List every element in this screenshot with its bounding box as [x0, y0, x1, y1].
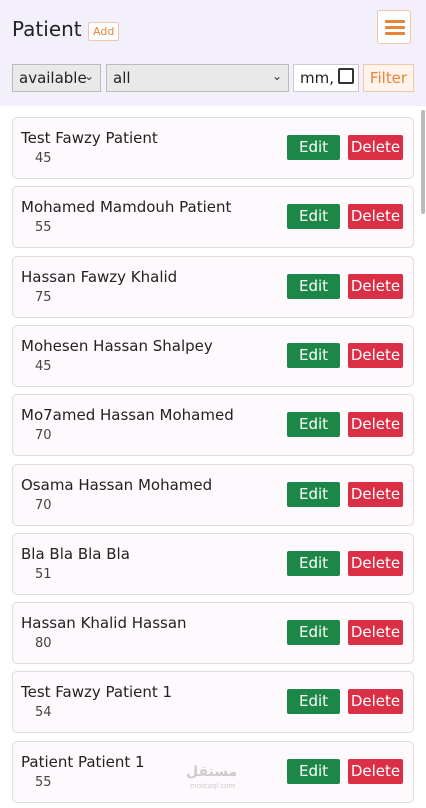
patient-name: Osama Hassan Mohamed: [21, 475, 213, 494]
patient-card: Bla Bla Bla Bla 51 Edit Delete: [12, 532, 414, 595]
patient-card: Hassan Khalid Hassan 80 Edit Delete: [12, 602, 414, 665]
patient-age: 51: [35, 566, 52, 582]
patient-name: Patient Patient 1: [21, 752, 145, 771]
status-select[interactable]: available ⌄: [12, 64, 101, 92]
patient-card: Mohamed Mamdouh Patient 55 Edit Delete: [12, 186, 414, 249]
edit-button[interactable]: Edit: [287, 135, 340, 160]
edit-button[interactable]: Edit: [287, 620, 340, 646]
calendar-icon[interactable]: [338, 68, 354, 84]
patient-card: Mohesen Hassan Shalpey 45 Edit Delete: [12, 324, 414, 387]
patient-name: Mo7amed Hassan Mohamed: [21, 406, 234, 425]
patient-age: 54: [35, 705, 52, 721]
patient-card: Test Fawzy Patient 45 Edit Delete: [12, 117, 414, 179]
patient-card: Test Fawzy Patient 1 54 Edit Delete: [12, 671, 414, 734]
delete-button[interactable]: Delete: [348, 412, 403, 438]
patient-age: 70: [35, 497, 52, 513]
edit-button[interactable]: Edit: [287, 273, 340, 299]
delete-button[interactable]: Delete: [348, 689, 403, 715]
hamburger-icon: [385, 32, 405, 35]
patient-name: Test Fawzy Patient 1: [21, 683, 173, 702]
edit-button[interactable]: Edit: [287, 689, 340, 715]
page-header: Patient Add available ⌄ all ⌄ mm, Filter: [0, 0, 426, 106]
patient-card: Hassan Fawzy Khalid 75 Edit Delete: [12, 255, 414, 318]
date-input-text: mm,: [300, 69, 334, 87]
edit-button[interactable]: Edit: [287, 758, 340, 784]
status-select-value: available: [19, 69, 87, 87]
patient-age: 45: [35, 358, 52, 374]
patient-name: Hassan Fawzy Khalid: [21, 267, 178, 286]
patient-age: 80: [35, 636, 52, 652]
menu-button[interactable]: [377, 10, 411, 44]
patient-age: 55: [35, 220, 52, 236]
patient-age: 70: [35, 428, 52, 444]
watermark-logo: مستقل: [186, 764, 238, 780]
patient-name: Mohesen Hassan Shalpey: [21, 336, 213, 355]
edit-button[interactable]: Edit: [287, 412, 340, 438]
delete-button[interactable]: Delete: [348, 204, 403, 230]
delete-button[interactable]: Delete: [348, 342, 403, 368]
page-title: Patient: [12, 17, 82, 41]
patient-name: Mohamed Mamdouh Patient: [21, 198, 232, 217]
patient-name: Test Fawzy Patient: [21, 129, 158, 147]
scrollbar[interactable]: [421, 110, 425, 214]
hamburger-icon: [385, 20, 405, 23]
patient-name: Bla Bla Bla Bla: [21, 544, 130, 563]
delete-button[interactable]: Delete: [348, 620, 403, 646]
date-input[interactable]: mm,: [293, 64, 359, 92]
chevron-down-icon: ⌄: [83, 69, 94, 83]
filter-button[interactable]: Filter: [363, 64, 414, 92]
patient-age: 45: [35, 151, 52, 166]
edit-button[interactable]: Edit: [287, 342, 340, 368]
watermark-subtext: mostaql.com: [190, 782, 236, 790]
category-select[interactable]: all ⌄: [106, 64, 289, 92]
add-patient-button[interactable]: Add: [88, 22, 120, 41]
hamburger-icon: [385, 26, 405, 29]
delete-button[interactable]: Delete: [348, 273, 403, 299]
patient-card: Mo7amed Hassan Mohamed 70 Edit Delete: [12, 394, 414, 457]
edit-button[interactable]: Edit: [287, 550, 340, 576]
delete-button[interactable]: Delete: [348, 135, 403, 160]
patient-age: 75: [35, 289, 52, 305]
edit-button[interactable]: Edit: [287, 481, 340, 507]
delete-button[interactable]: Delete: [348, 481, 403, 507]
patient-age: 55: [35, 774, 52, 790]
edit-button[interactable]: Edit: [287, 204, 340, 230]
chevron-down-icon: ⌄: [271, 69, 282, 83]
delete-button[interactable]: Delete: [348, 758, 403, 784]
patient-card: Osama Hassan Mohamed 70 Edit Delete: [12, 463, 414, 526]
category-select-value: all: [113, 69, 131, 87]
patient-name: Hassan Khalid Hassan: [21, 614, 187, 633]
delete-button[interactable]: Delete: [348, 550, 403, 576]
